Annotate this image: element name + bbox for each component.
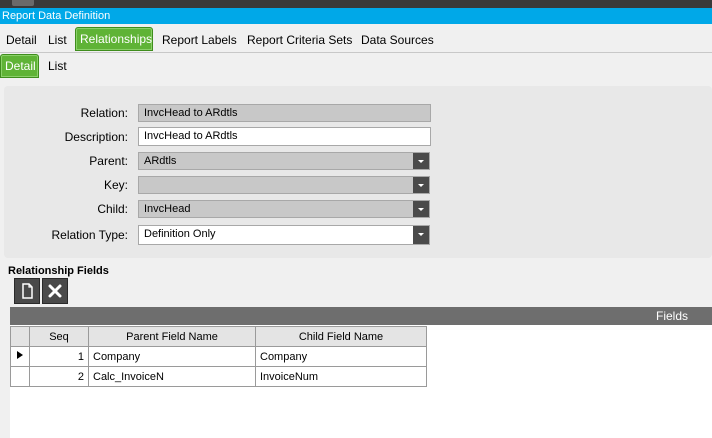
chevron-down-icon[interactable] xyxy=(413,226,429,244)
cell-seq[interactable]: 2 xyxy=(29,366,89,387)
relation-detail-panel: Relation: InvcHead to ARdtls Description… xyxy=(4,86,712,258)
relation-label: Relation: xyxy=(80,106,128,120)
tab-relationships[interactable]: Relationships xyxy=(75,27,153,51)
delete-x-icon xyxy=(48,284,62,298)
chevron-down-icon[interactable] xyxy=(413,177,429,193)
table-row[interactable]: 2 Calc_InvoiceN InvoiceNum xyxy=(10,366,427,387)
relation-type-label: Relation Type: xyxy=(51,228,129,242)
window-grip xyxy=(12,0,34,6)
relation-type-value: Definition Only xyxy=(144,228,216,240)
row-selector-header xyxy=(10,326,30,347)
chevron-down-icon[interactable] xyxy=(413,153,429,169)
window-title: Report Data Definition xyxy=(2,10,111,22)
parent-value: ARdtls xyxy=(144,155,177,167)
tab-detail[interactable]: Detail xyxy=(6,30,37,50)
chevron-down-icon[interactable] xyxy=(413,201,429,217)
cell-child-field[interactable]: InvoiceNum xyxy=(255,366,427,387)
col-parent-field-name[interactable]: Parent Field Name xyxy=(88,326,256,347)
parent-combo[interactable]: ARdtls xyxy=(138,152,430,170)
relationship-fields-title: Relationship Fields xyxy=(8,265,109,277)
sub-tab-strip: Detail List xyxy=(0,54,712,78)
subtab-list[interactable]: List xyxy=(48,56,67,76)
key-label: Key: xyxy=(103,178,128,192)
tab-report-labels[interactable]: Report Labels xyxy=(162,30,237,50)
tab-report-criteria-sets[interactable]: Report Criteria Sets xyxy=(247,30,352,50)
top-strip xyxy=(0,0,712,8)
cell-child-field[interactable]: Company xyxy=(255,346,427,367)
row-pointer-icon xyxy=(17,351,23,359)
relationship-fields-grid: Seq Parent Field Name Child Field Name 1… xyxy=(10,326,427,387)
window-title-bar: Report Data Definition xyxy=(0,8,712,24)
relation-type-combo[interactable]: Definition Only xyxy=(138,225,430,245)
tab-list[interactable]: List xyxy=(48,30,67,50)
main-tab-strip: Detail List Relationships Report Labels … xyxy=(0,26,712,53)
cell-parent-field[interactable]: Calc_InvoiceN xyxy=(88,366,256,387)
grid-header-label: Fields xyxy=(655,309,688,323)
child-value: InvcHead xyxy=(144,203,191,215)
subtab-detail[interactable]: Detail xyxy=(0,54,39,78)
parent-label: Parent: xyxy=(89,154,128,168)
new-document-icon xyxy=(22,283,33,299)
description-field[interactable]: InvcHead to ARdtls xyxy=(138,127,431,146)
row-selector[interactable] xyxy=(10,366,30,387)
key-combo[interactable] xyxy=(138,176,430,194)
grid-group-header: Fields xyxy=(10,307,712,325)
relation-field: InvcHead to ARdtls xyxy=(138,104,431,122)
row-selector[interactable] xyxy=(10,346,30,367)
cell-seq[interactable]: 1 xyxy=(29,346,89,367)
col-child-field-name[interactable]: Child Field Name xyxy=(255,326,427,347)
child-label: Child: xyxy=(97,202,128,216)
col-seq[interactable]: Seq xyxy=(29,326,89,347)
description-label: Description: xyxy=(64,130,128,144)
tab-data-sources[interactable]: Data Sources xyxy=(361,30,434,50)
cell-parent-field[interactable]: Company xyxy=(88,346,256,367)
new-button[interactable] xyxy=(14,278,40,304)
child-combo[interactable]: InvcHead xyxy=(138,200,430,218)
delete-button[interactable] xyxy=(42,278,68,304)
table-row[interactable]: 1 Company Company xyxy=(10,346,427,367)
